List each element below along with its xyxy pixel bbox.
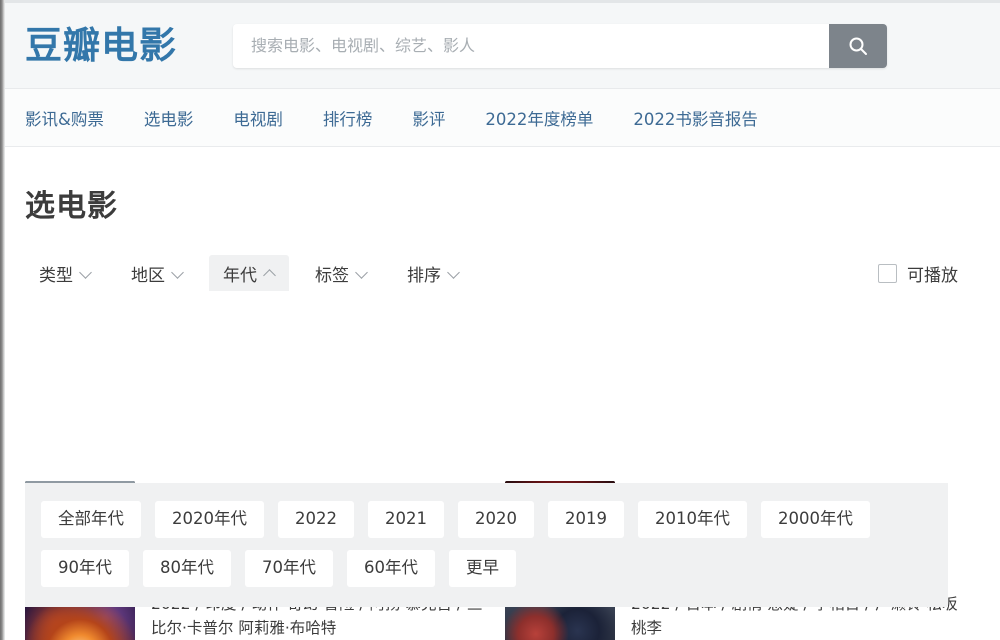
filter-tab-tags[interactable]: 标签	[301, 255, 381, 291]
playable-checkbox[interactable]	[878, 263, 897, 283]
nav-item-tv-series[interactable]: 电视剧	[233, 106, 283, 130]
nav-item-movie-news[interactable]: 影讯&购票	[25, 106, 104, 130]
main-nav: 影讯&购票 选电影 电视剧 排行榜 影评 2022年度榜单 2022书影音报告	[5, 89, 1000, 147]
search-bar	[233, 23, 887, 68]
nav-item-rankings[interactable]: 排行榜	[323, 106, 373, 130]
chevron-down-icon	[356, 270, 367, 277]
decade-option-90s[interactable]: 90年代	[41, 549, 129, 587]
chevron-down-icon	[80, 270, 91, 277]
playable-label: 可播放	[907, 265, 958, 286]
filter-tab-decade[interactable]: 年代	[209, 255, 289, 291]
site-header: 豆瓣电影	[5, 3, 1000, 89]
decade-options-row-2: 90年代 80年代 70年代 60年代 更早	[41, 549, 932, 587]
filter-tab-region-label: 地区	[131, 265, 165, 286]
decade-option-2020s[interactable]: 2020年代	[155, 501, 264, 538]
decade-options-row-1: 全部年代 2020年代 2022 2021 2020 2019 2010年代 2…	[41, 501, 932, 538]
decade-option-2010s[interactable]: 2010年代	[638, 501, 747, 538]
search-icon	[849, 37, 867, 55]
chevron-up-icon	[264, 270, 275, 277]
decade-option-60s[interactable]: 60年代	[347, 549, 435, 587]
search-button[interactable]	[829, 23, 887, 68]
decade-filter-panel: 全部年代 2020年代 2022 2021 2020 2019 2010年代 2…	[25, 483, 948, 607]
chevron-down-icon	[448, 270, 459, 277]
filter-tabs: 类型 地区 年代 标签 排序	[25, 255, 473, 291]
playable-filter[interactable]: 可播放	[878, 261, 980, 286]
nav-item-2022-annual-list[interactable]: 2022年度榜单	[485, 106, 593, 130]
decade-option-2020[interactable]: 2020	[458, 501, 534, 538]
decade-option-2022[interactable]: 2022	[278, 501, 354, 538]
browser-left-edge	[0, 0, 5, 640]
nav-item-2022-report[interactable]: 2022书影音报告	[633, 106, 758, 130]
decade-option-2000s[interactable]: 2000年代	[761, 501, 870, 538]
search-input[interactable]	[233, 23, 829, 68]
filter-bar: 类型 地区 年代 标签 排序 可播放	[25, 255, 980, 291]
filter-tab-region[interactable]: 地区	[117, 255, 197, 291]
filter-tab-genre-label: 类型	[39, 265, 73, 286]
browser-top-edge	[0, 0, 1000, 3]
decade-option-2021[interactable]: 2021	[368, 501, 444, 538]
filter-tab-sort-label: 排序	[407, 265, 441, 286]
filter-tab-decade-label: 年代	[223, 265, 257, 286]
page-title: 选电影	[25, 189, 118, 224]
decade-option-earlier[interactable]: 更早	[449, 549, 516, 587]
filter-tab-genre[interactable]: 类型	[25, 255, 105, 291]
site-logo[interactable]: 豆瓣电影	[25, 27, 177, 64]
decade-option-70s[interactable]: 70年代	[245, 549, 333, 587]
decade-option-80s[interactable]: 80年代	[143, 549, 231, 587]
page-root: 豆瓣电影 影讯&购票 选电影 电视剧 排行榜 影评 2022年度榜单 2022书…	[5, 3, 1000, 640]
nav-item-choose-movie[interactable]: 选电影	[144, 106, 194, 130]
filter-tab-sort[interactable]: 排序	[393, 255, 473, 291]
decade-option-2019[interactable]: 2019	[548, 501, 624, 538]
nav-item-reviews[interactable]: 影评	[412, 106, 445, 130]
chevron-down-icon	[172, 270, 183, 277]
filter-tab-tags-label: 标签	[315, 265, 349, 286]
main-content: 选电影 类型 地区 年代 标签 排序 可播放 DZIEWCZYNY IMAX 比…	[5, 181, 1000, 640]
decade-option-all[interactable]: 全部年代	[41, 501, 141, 538]
